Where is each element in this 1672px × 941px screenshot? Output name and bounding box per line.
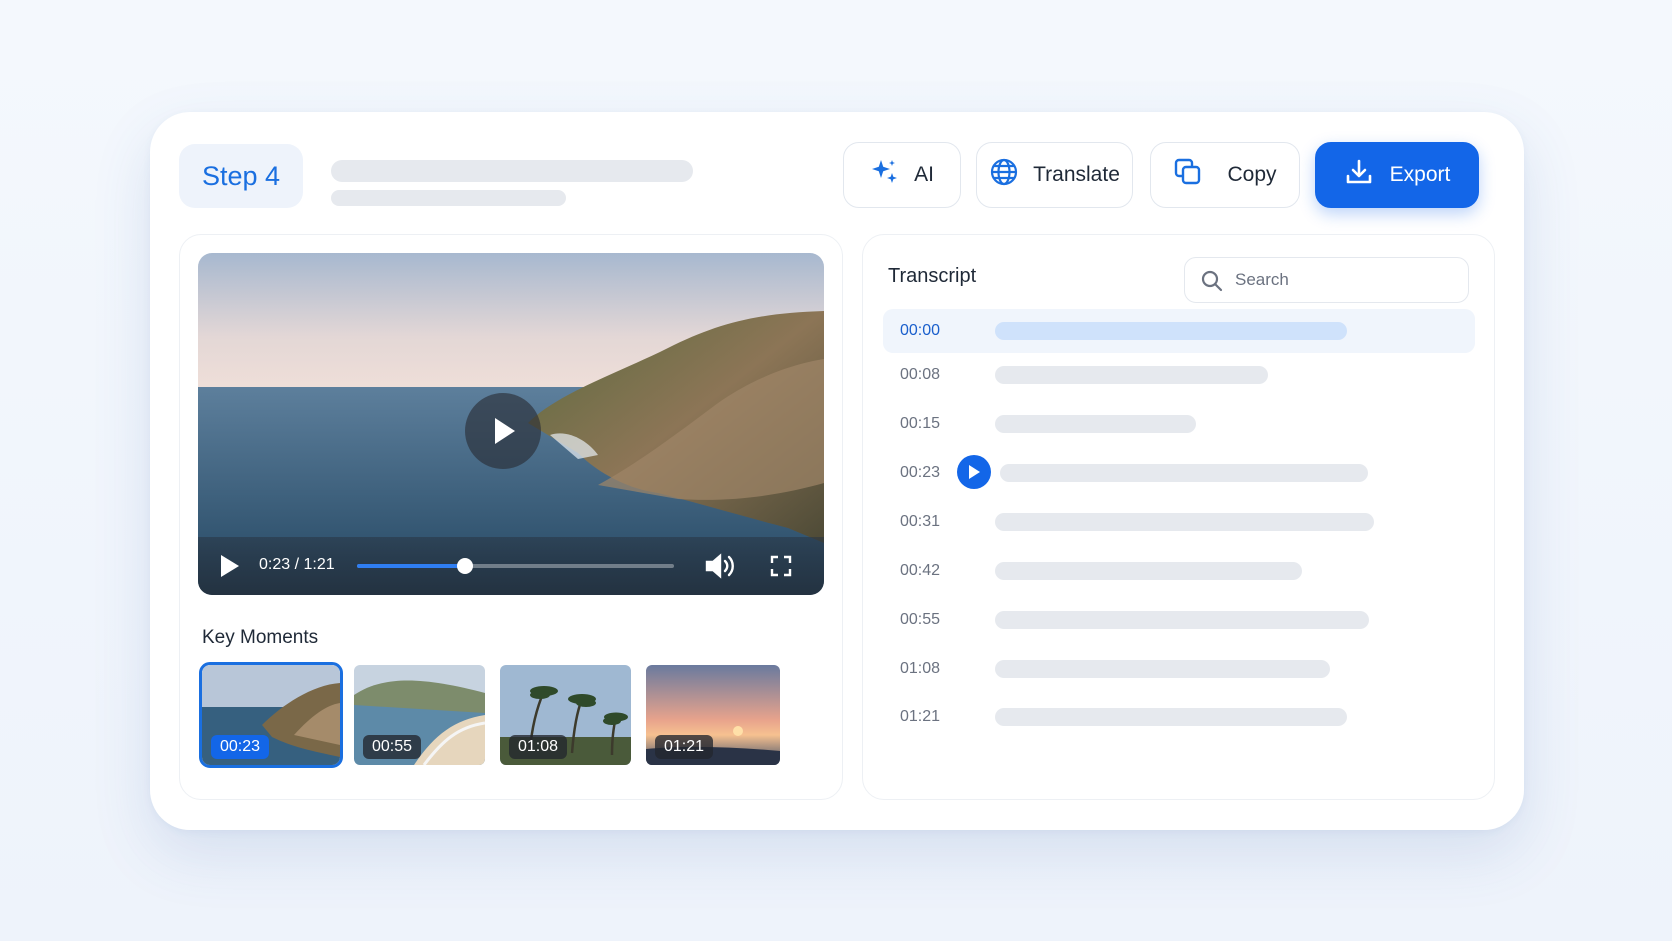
- editor-card: Step 4 AI Translate Copy Export 0:23 / 1…: [150, 112, 1524, 830]
- key-moment-thumbnail[interactable]: 00:55: [354, 665, 485, 765]
- key-moment-thumbnail[interactable]: 00:23: [199, 662, 343, 768]
- big-play-button[interactable]: [465, 393, 541, 469]
- transcript-row[interactable]: 00:31: [883, 500, 1475, 544]
- transcript-text-placeholder: [995, 513, 1374, 531]
- play-icon: [969, 465, 980, 479]
- thumbnail-time: 01:21: [655, 735, 714, 759]
- transcript-timestamp[interactable]: 00:08: [900, 366, 940, 384]
- progress-fill: [357, 564, 465, 568]
- translate-button[interactable]: Translate: [976, 142, 1133, 208]
- globe-icon: [989, 157, 1019, 193]
- subtitle-placeholder: [331, 190, 566, 206]
- transcript-text-placeholder: [995, 366, 1268, 384]
- transcript-text-placeholder: [1000, 464, 1368, 482]
- row-play-button[interactable]: [957, 455, 991, 489]
- copy-icon: [1173, 157, 1203, 193]
- thumbnail-time: 01:08: [509, 735, 568, 759]
- transcript-timestamp[interactable]: 00:42: [900, 562, 940, 580]
- ai-button-label: AI: [914, 163, 934, 186]
- step-badge: Step 4: [179, 144, 303, 208]
- progress-handle[interactable]: [456, 558, 473, 574]
- key-moments-title: Key Moments: [202, 627, 319, 648]
- time-display: 0:23 / 1:21: [259, 556, 335, 573]
- video-panel: 0:23 / 1:21 Key Moments 00:23 00:55 01:0…: [179, 234, 843, 800]
- key-moment-thumbnail[interactable]: 01:21: [646, 665, 780, 765]
- player-controls: 0:23 / 1:21: [198, 537, 824, 595]
- volume-icon[interactable]: [704, 552, 738, 585]
- title-placeholder: [331, 160, 693, 182]
- play-icon: [495, 418, 515, 444]
- transcript-text-placeholder: [995, 611, 1369, 629]
- transcript-panel: Transcript 00:00 00:08 00:15 00:23 00:31 00:4…: [862, 234, 1495, 800]
- transcript-title: Transcript: [888, 265, 977, 287]
- transcript-row[interactable]: 01:21: [883, 695, 1475, 739]
- transcript-text-placeholder: [995, 562, 1302, 580]
- transcript-row[interactable]: 00:55: [883, 598, 1475, 642]
- search-icon: [1201, 270, 1223, 292]
- transcript-timestamp[interactable]: 00:00: [900, 322, 940, 340]
- progress-bar[interactable]: [357, 558, 674, 574]
- transcript-text-placeholder: [995, 708, 1347, 726]
- video-player[interactable]: 0:23 / 1:21: [198, 253, 824, 595]
- fullscreen-icon[interactable]: [770, 555, 792, 582]
- export-button-label: Export: [1389, 163, 1451, 186]
- transcript-timestamp[interactable]: 01:21: [900, 708, 940, 726]
- transcript-row[interactable]: 00:23: [883, 451, 1475, 495]
- ai-button[interactable]: AI: [843, 142, 961, 208]
- transcript-text-placeholder: [995, 415, 1196, 433]
- transcript-search[interactable]: [1184, 257, 1469, 303]
- transcript-timestamp[interactable]: 00:23: [900, 464, 940, 482]
- search-input[interactable]: [1235, 266, 1455, 294]
- control-play-icon[interactable]: [218, 553, 242, 584]
- copy-button-label: Copy: [1227, 163, 1277, 186]
- transcript-row[interactable]: 00:00: [883, 309, 1475, 353]
- copy-button[interactable]: Copy: [1150, 142, 1300, 208]
- transcript-row[interactable]: 00:08: [883, 353, 1475, 397]
- transcript-text-placeholder: [995, 660, 1330, 678]
- thumbnail-time: 00:55: [363, 735, 422, 759]
- transcript-timestamp[interactable]: 00:55: [900, 611, 940, 629]
- transcript-timestamp[interactable]: 01:08: [900, 660, 940, 678]
- key-moment-thumbnail[interactable]: 01:08: [500, 665, 631, 765]
- transcript-row[interactable]: 01:08: [883, 647, 1475, 691]
- export-button[interactable]: Export: [1315, 142, 1479, 208]
- transcript-text-placeholder: [995, 322, 1347, 340]
- sparkle-icon: [870, 157, 900, 193]
- download-icon: [1344, 157, 1374, 193]
- transcript-timestamp[interactable]: 00:31: [900, 513, 940, 531]
- thumbnail-time: 00:23: [211, 735, 270, 759]
- translate-button-label: Translate: [1033, 163, 1120, 186]
- transcript-row[interactable]: 00:15: [883, 402, 1475, 446]
- transcript-row[interactable]: 00:42: [883, 549, 1475, 593]
- transcript-timestamp[interactable]: 00:15: [900, 415, 940, 433]
